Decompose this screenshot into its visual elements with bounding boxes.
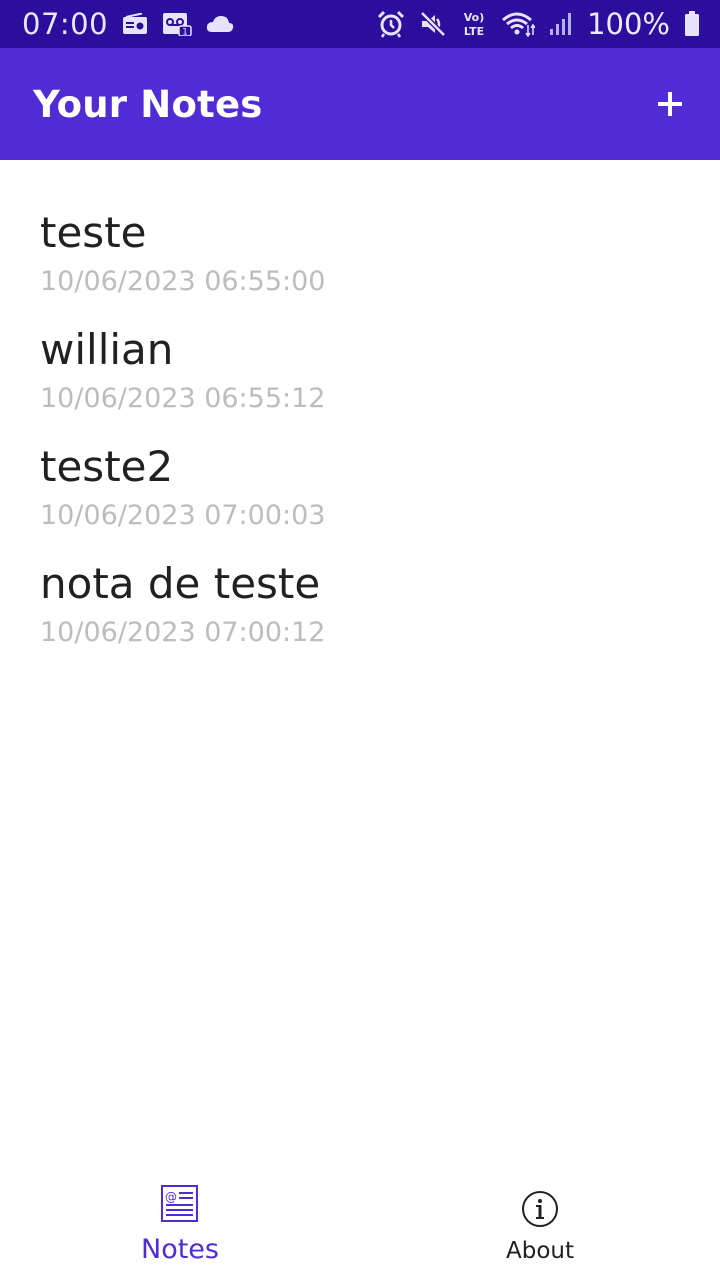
- note-date: 10/06/2023 07:00:03: [40, 500, 326, 531]
- status-left: 07:00 1: [22, 7, 234, 41]
- battery-percent: 100%: [587, 7, 670, 41]
- tab-notes[interactable]: @ Notes: [0, 1170, 360, 1280]
- mute-icon: [419, 9, 447, 39]
- note-date: 10/06/2023 06:55:00: [40, 266, 326, 297]
- svg-text:@: @: [165, 1190, 177, 1204]
- tab-about[interactable]: About: [360, 1170, 720, 1280]
- tab-notes-label: Notes: [141, 1234, 219, 1265]
- note-title: teste: [40, 208, 147, 257]
- svg-text:1: 1: [182, 28, 188, 37]
- note-title: willian: [40, 325, 174, 374]
- add-note-button[interactable]: [642, 76, 698, 132]
- wifi-icon: [501, 9, 536, 39]
- voicemail-icon: 1: [162, 9, 192, 39]
- svg-text:Vo): Vo): [464, 11, 485, 24]
- alarm-icon: [377, 9, 405, 39]
- plus-icon: [658, 92, 682, 116]
- svg-text:LTE: LTE: [464, 25, 484, 38]
- notes-icon: @: [161, 1185, 198, 1222]
- note-title: teste2: [40, 442, 174, 491]
- signal-icon: [549, 9, 573, 39]
- list-item[interactable]: willian 10/06/2023 06:55:12: [40, 325, 680, 435]
- cloud-icon: [206, 9, 234, 39]
- status-time: 07:00: [22, 7, 109, 41]
- status-right: Vo) LTE 100%: [377, 7, 700, 41]
- page-title: Your Notes: [33, 82, 263, 126]
- note-title: nota de teste: [40, 559, 321, 608]
- list-item[interactable]: teste 10/06/2023 06:55:00: [40, 208, 680, 318]
- info-icon: [522, 1191, 558, 1227]
- note-date: 10/06/2023 07:00:12: [40, 617, 326, 648]
- status-bar: 07:00 1 Vo) LTE 100%: [0, 0, 720, 48]
- tab-bar: @ Notes About: [0, 1170, 720, 1280]
- volte-icon: Vo) LTE: [461, 9, 487, 39]
- note-date: 10/06/2023 06:55:12: [40, 383, 326, 414]
- list-item[interactable]: nota de teste 10/06/2023 07:00:12: [40, 559, 680, 669]
- battery-icon: [684, 9, 700, 39]
- radio-icon: [122, 9, 148, 39]
- list-item[interactable]: teste2 10/06/2023 07:00:03: [40, 442, 680, 552]
- tab-about-label: About: [505, 1238, 574, 1264]
- app-bar: Your Notes: [0, 48, 720, 160]
